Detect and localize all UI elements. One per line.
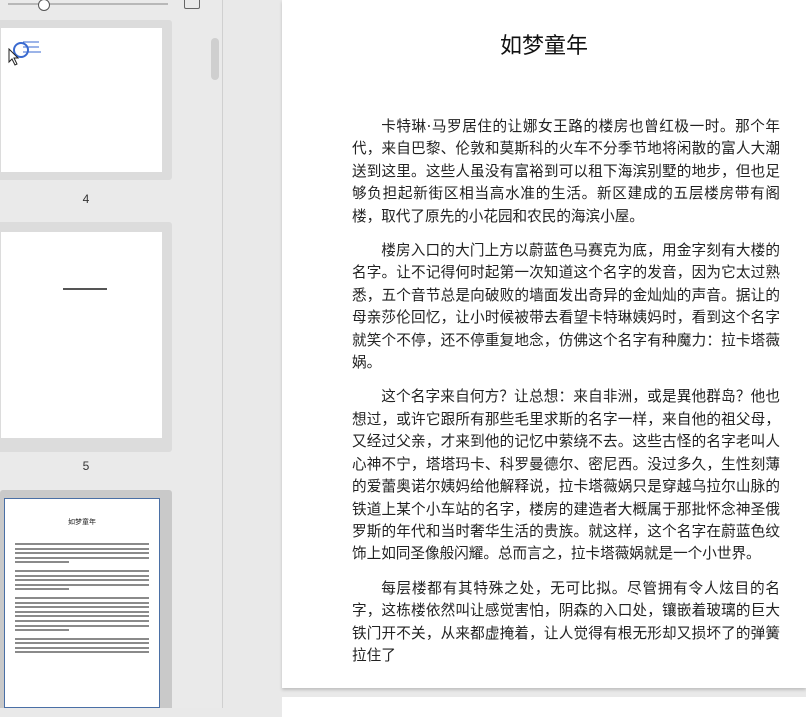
slider-knob-icon[interactable]: [38, 0, 50, 11]
thumbnail-page-5[interactable]: [0, 222, 172, 452]
thumbnail-text-line: [15, 547, 149, 550]
thumbnail-text-line: [15, 574, 149, 577]
thumbnail-text-line: [15, 637, 149, 640]
document-page: 如梦童年 卡特琳·马罗居住的让娜女王路的楼房也曾红极一时。那个年代，来自巴黎、伦…: [282, 0, 806, 688]
thumbnail-text-line: [15, 615, 149, 618]
thumbnail-text-line: [15, 583, 149, 586]
thumbnail-text-line: [15, 561, 69, 564]
thumbnail-page-image: 如梦童年: [4, 498, 160, 708]
thumbnail-text-line: [15, 651, 149, 654]
scrollbar-thumb[interactable]: [211, 38, 219, 80]
thumbnail-title: 如梦童年: [68, 518, 96, 526]
thumbnail-page-number: 5: [82, 459, 90, 473]
thumbnail-panel: 4 5 如梦童年: [0, 0, 208, 708]
thumbnail-text-line: [15, 646, 149, 649]
thumbnail-text-line: [15, 606, 149, 609]
thumbnail-text-line: [15, 642, 149, 645]
thumbnail-text: [15, 543, 149, 660]
paragraph: 这个名字来自何方？让总想：来自非洲，或是異他群岛？他也想过，或许它跟所有那些毛里…: [352, 388, 780, 563]
thumbnail-text-line: [15, 543, 149, 545]
page-body: 卡特琳·马罗居住的让娜女王路的楼房也曾红极一时。那个年代，来自巴黎、伦敦和莫斯科…: [352, 116, 780, 679]
thumbnail-scrollbar[interactable]: [208, 0, 222, 708]
thumbnail-zoom-slider[interactable]: [8, 0, 168, 11]
thumbnail-text-line: [15, 556, 149, 559]
thumbnail-text-line: [15, 610, 149, 613]
thumbnail-text-line: [15, 624, 149, 627]
thumbnail-page-image: [1, 232, 162, 438]
thumbnail-page-number: 4: [82, 192, 90, 206]
next-document-page: [282, 697, 806, 717]
cursor-icon: [8, 48, 20, 66]
paragraph: 卡特琳·马罗居住的让娜女王路的楼房也曾红极一时。那个年代，来自巴黎、伦敦和莫斯科…: [352, 118, 780, 225]
thumbnail-text-line: [15, 619, 149, 622]
thumbnail-text-line: [15, 588, 69, 591]
thumbnail-page-6[interactable]: 如梦童年: [0, 490, 172, 708]
thumbnail-text-line: [15, 552, 149, 555]
thumbnail-text-line: [15, 579, 149, 582]
thumbnail-page-4[interactable]: [0, 20, 172, 180]
thumbnail-text-line: [15, 596, 149, 599]
thumbnail-page-image: [1, 28, 162, 172]
paragraph: 每层楼都有其特殊之处，无可比拟。尽管拥有令人炫目的名字，这栋楼依然叫让感觉害怕，…: [352, 579, 780, 664]
thumbnail-text-line: [15, 601, 149, 604]
thumbnail-text-line: [63, 288, 107, 290]
image-icon[interactable]: [184, 0, 200, 9]
thumbnail-text-line: [15, 629, 69, 632]
paragraph: 楼房入口的大门上方以蔚蓝色马赛克为底，用金字刻有大楼的名字。让不记得何时起第一次…: [352, 242, 780, 372]
page-title: 如梦童年: [499, 34, 588, 59]
thumbnail-text-line: [15, 569, 149, 572]
